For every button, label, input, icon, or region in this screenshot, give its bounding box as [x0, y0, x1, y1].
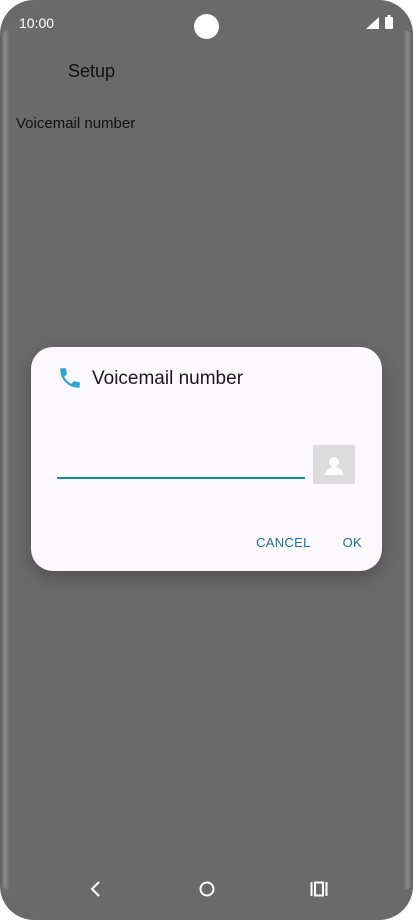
navigation-bar: [0, 864, 413, 920]
signal-icon: [366, 17, 379, 29]
phone-icon: [60, 368, 80, 388]
status-time: 10:00: [19, 15, 55, 31]
front-camera: [194, 14, 219, 39]
voicemail-number-dialog: Voicemail number CANCEL OK: [31, 347, 382, 571]
screen-edge-left: [0, 30, 10, 890]
voicemail-number-setting[interactable]: Voicemail number: [16, 115, 135, 132]
contact-icon: [325, 456, 343, 475]
recents-icon[interactable]: [310, 878, 328, 900]
status-bar: 10:00: [0, 0, 413, 46]
ok-button[interactable]: OK: [343, 535, 362, 550]
voicemail-number-input[interactable]: [57, 447, 305, 479]
page-title: Setup: [68, 61, 116, 81]
battery-icon: [385, 15, 393, 29]
dialog-actions: CANCEL OK: [256, 535, 362, 550]
cancel-button[interactable]: CANCEL: [256, 535, 311, 550]
dialog-title: Voicemail number: [92, 368, 244, 389]
screen-edge-right: [403, 30, 413, 890]
contact-picker-button[interactable]: [313, 445, 355, 484]
back-icon[interactable]: [88, 878, 102, 900]
phone-screen: 10:00 Setup Voicemail number Voicemail n…: [0, 0, 413, 920]
home-icon[interactable]: [199, 878, 215, 900]
